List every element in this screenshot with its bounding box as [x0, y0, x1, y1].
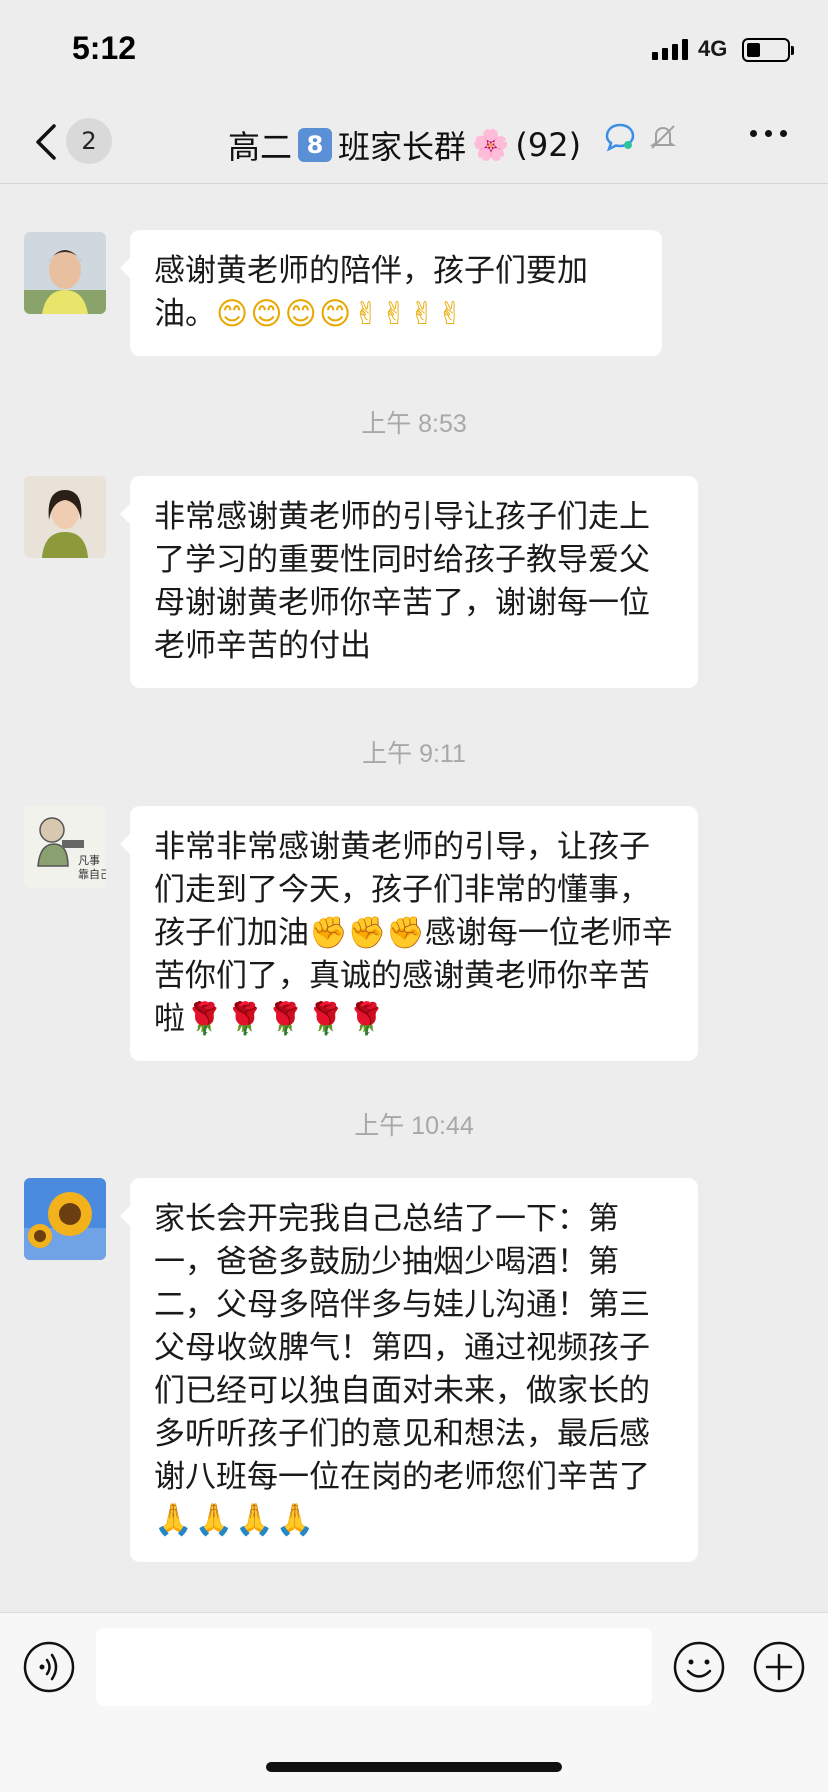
class-number-badge: 8	[298, 128, 333, 162]
avatar[interactable]	[24, 476, 106, 558]
bell-off-icon	[649, 125, 677, 149]
home-indicator[interactable]	[266, 1762, 562, 1772]
message-bubble[interactable]: 非常感谢黄老师的引导让孩子们走上了学习的重要性同时给孩子教导爱父母谢谢黄老师你辛…	[120, 476, 698, 688]
battery-icon	[742, 38, 794, 62]
partial-timestamp	[0, 166, 828, 184]
avatar-photo: 凡事 靠自己	[24, 806, 106, 888]
svg-text:靠自己: 靠自己	[78, 867, 106, 881]
more-button[interactable]	[750, 130, 787, 137]
message-bubble[interactable]: 家长会开完我自己总结了一下：第一，爸爸多鼓励少抽烟少喝酒！第二，父母多陪伴多与娃…	[120, 1178, 698, 1562]
voice-button[interactable]	[22, 1640, 76, 1694]
message-emoji: 😊😊😊😊✌✌✌✌	[216, 296, 466, 332]
more-dot	[780, 130, 787, 137]
title-icons	[604, 122, 678, 152]
ai-chat-icon[interactable]	[604, 122, 636, 152]
message-input[interactable]	[96, 1628, 652, 1706]
plus-icon	[753, 1641, 805, 1693]
message-text: 非常感谢黄老师的引导让孩子们走上了学习的重要性同时给孩子教导爱父母谢谢黄老师你辛…	[154, 499, 650, 664]
svg-text:凡事: 凡事	[78, 854, 100, 867]
more-dots-icon	[750, 130, 757, 137]
message-timestamp: 上午 9:11	[362, 740, 466, 768]
flower-icon: 🌸	[472, 127, 510, 163]
message-bubble[interactable]: 非常非常感谢黄老师的引导，让孩子们走到了今天，孩子们非常的懂事，孩子们加油✊✊✊…	[120, 806, 698, 1061]
avatar-photo	[24, 232, 106, 314]
smiley-icon	[673, 1641, 725, 1693]
emoji-button[interactable]	[672, 1640, 726, 1694]
message-timestamp: 上午 10:44	[354, 1112, 474, 1140]
network-type: 4G	[698, 36, 728, 61]
avatar-photo	[24, 476, 106, 558]
title-prefix: 高二	[228, 128, 293, 166]
member-count: (92)	[515, 126, 582, 164]
back-button[interactable]	[28, 118, 68, 166]
chevron-left-icon	[36, 124, 56, 160]
message-text: 家长会开完我自己总结了一下：第一，爸爸多鼓励少抽烟少喝酒！第二，父母多陪伴多与娃…	[154, 1201, 650, 1495]
avatar-photo	[24, 1178, 106, 1260]
status-bar: 5:12 4G	[0, 0, 828, 100]
message-bubble[interactable]: 感谢黄老师的陪伴，孩子们要加油。😊😊😊😊✌✌✌✌	[120, 230, 662, 356]
battery-level	[747, 43, 760, 57]
status-time: 5:12	[72, 30, 137, 66]
signal-icon	[652, 38, 688, 60]
unread-count-badge[interactable]: 2	[66, 118, 112, 164]
avatar[interactable]	[24, 232, 106, 314]
plus-button[interactable]	[752, 1640, 806, 1694]
message-timestamp: 上午 8:53	[361, 410, 467, 438]
more-dot	[765, 130, 772, 137]
chat-title[interactable]: 高二 8 班家长群 🌸 (92)	[228, 122, 581, 168]
message-emoji: 🙏🙏🙏🙏	[154, 1502, 317, 1538]
avatar[interactable]	[24, 1178, 106, 1260]
message-emoji: 🌹🌹🌹🌹🌹	[185, 1001, 388, 1037]
voice-icon	[23, 1641, 75, 1693]
avatar[interactable]: 凡事 靠自己	[24, 806, 106, 888]
title-suffix: 班家长群	[338, 128, 467, 166]
